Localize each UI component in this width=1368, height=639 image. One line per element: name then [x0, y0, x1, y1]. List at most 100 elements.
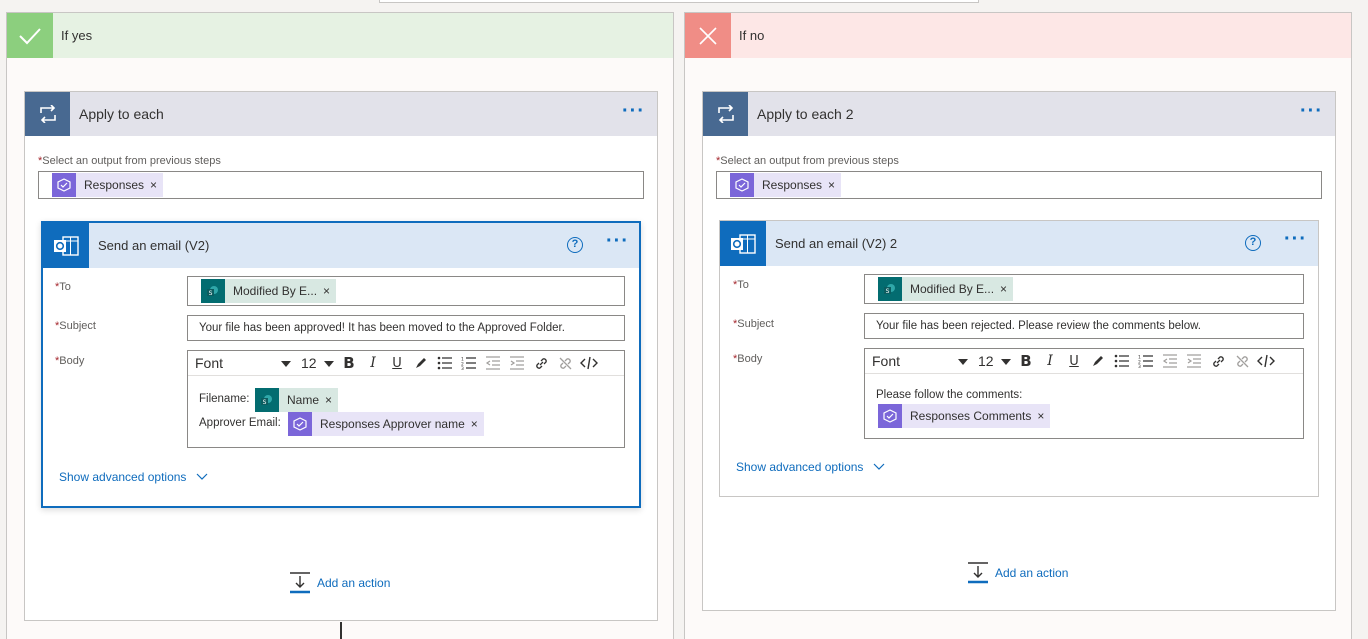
- email-card-header[interactable]: Send an email (V2) 2: [720, 221, 1318, 266]
- font-size-dropdown[interactable]: 12: [297, 353, 337, 374]
- numbered-list-icon[interactable]: 123: [457, 353, 481, 374]
- to-field[interactable]: S Modified By E... ×: [187, 276, 625, 306]
- bulleted-list-icon[interactable]: [1110, 351, 1134, 372]
- remove-token-icon[interactable]: ×: [1000, 277, 1014, 301]
- sharepoint-icon: S: [255, 388, 279, 412]
- help-icon[interactable]: ?: [1245, 235, 1261, 251]
- bold-icon[interactable]: B: [337, 353, 361, 374]
- token-modified-by-email[interactable]: S Modified By E... ×: [201, 279, 337, 303]
- forms-icon: [730, 173, 754, 197]
- branch-title: If no: [739, 28, 765, 43]
- decrease-indent-icon[interactable]: [1158, 351, 1182, 372]
- remove-token-icon[interactable]: ×: [1037, 404, 1051, 428]
- subject-label-text: Subject: [737, 318, 774, 330]
- body-editor[interactable]: Font 12 B I U 123 Please follow the comm…: [864, 348, 1304, 439]
- sharepoint-icon: S: [201, 279, 225, 303]
- body-label: *Body: [733, 353, 762, 365]
- code-view-icon[interactable]: [1254, 351, 1278, 372]
- bulleted-list-icon[interactable]: [433, 353, 457, 374]
- increase-indent-icon[interactable]: [1182, 351, 1206, 372]
- upstream-action-edge: [379, 0, 979, 3]
- body-label: *Body: [55, 355, 84, 367]
- token-text: Responses Approver name: [312, 412, 471, 436]
- svg-text:3: 3: [1138, 364, 1141, 368]
- font-value: Font: [195, 354, 224, 371]
- highlight-pen-icon[interactable]: [1086, 351, 1110, 372]
- token-responses-comments[interactable]: Responses Comments ×: [878, 404, 1051, 428]
- branch-title: If yes: [61, 28, 93, 43]
- loop-title: Apply to each 2: [757, 106, 854, 122]
- italic-icon[interactable]: I: [361, 353, 385, 374]
- send-email-2-card[interactable]: Send an email (V2) 2 ? ··· *To S Modifie…: [719, 220, 1319, 497]
- loop-header[interactable]: Apply to each: [25, 92, 657, 136]
- font-dropdown[interactable]: Font: [867, 351, 974, 372]
- output-field[interactable]: Responses ×: [38, 171, 644, 199]
- token-name[interactable]: S Name ×: [255, 388, 339, 412]
- forms-icon: [878, 404, 902, 428]
- token-responses[interactable]: Responses ×: [730, 173, 842, 197]
- apply-to-each-card[interactable]: Apply to each ··· *Select an output from…: [24, 91, 658, 621]
- forms-icon: [288, 412, 312, 436]
- send-email-card[interactable]: Send an email (V2) ? ··· *To S Modified …: [41, 221, 641, 508]
- token-responses-approver-name[interactable]: Responses Approver name ×: [288, 412, 484, 436]
- bold-icon[interactable]: B: [1014, 351, 1038, 372]
- close-icon: [685, 13, 731, 58]
- body-editor[interactable]: Font 12 B I U 123 Filename: S Name × App…: [187, 350, 625, 448]
- token-responses[interactable]: Responses ×: [52, 173, 164, 197]
- chevron-down-icon: [874, 463, 885, 470]
- show-advanced-options-link[interactable]: Show advanced options: [736, 460, 885, 474]
- underline-icon[interactable]: U: [385, 353, 409, 374]
- loop-header[interactable]: Apply to each 2: [703, 92, 1335, 136]
- italic-icon[interactable]: I: [1038, 351, 1062, 372]
- branch-header-no: If no: [685, 13, 1351, 58]
- numbered-list-icon[interactable]: 123: [1134, 351, 1158, 372]
- to-label: *To: [733, 279, 749, 291]
- remove-token-icon[interactable]: ×: [828, 173, 842, 197]
- forms-icon: [52, 173, 76, 197]
- underline-icon[interactable]: U: [1062, 351, 1086, 372]
- more-options-icon[interactable]: ···: [1300, 101, 1323, 121]
- add-action-text: Add an action: [317, 576, 391, 590]
- subject-field[interactable]: Your file has been approved! It has been…: [187, 315, 625, 341]
- apply-to-each-2-card[interactable]: Apply to each 2 ··· *Select an output fr…: [702, 91, 1336, 611]
- unlink-icon[interactable]: [553, 353, 577, 374]
- branch-if-no: If no Apply to each 2 ··· *Select an out…: [684, 12, 1352, 639]
- add-an-action-button[interactable]: Add an action: [289, 572, 390, 594]
- font-size-dropdown[interactable]: 12: [974, 351, 1014, 372]
- font-value: Font: [872, 352, 901, 369]
- token-text: Responses: [76, 173, 151, 197]
- output-field[interactable]: Responses ×: [716, 171, 1322, 199]
- token-text: Responses Comments: [902, 404, 1038, 428]
- token-text: Name: [279, 388, 326, 412]
- subject-field[interactable]: Your file has been rejected. Please revi…: [864, 313, 1304, 339]
- more-options-icon[interactable]: ···: [622, 101, 645, 121]
- remove-token-icon[interactable]: ×: [323, 279, 337, 303]
- remove-token-icon[interactable]: ×: [470, 412, 484, 436]
- unlink-icon[interactable]: [1230, 351, 1254, 372]
- sharepoint-icon: S: [878, 277, 902, 301]
- help-icon[interactable]: ?: [567, 237, 583, 253]
- token-modified-by-email[interactable]: S Modified By E... ×: [878, 277, 1014, 301]
- increase-indent-icon[interactable]: [505, 353, 529, 374]
- highlight-pen-icon[interactable]: [409, 353, 433, 374]
- add-action-icon: [968, 562, 988, 584]
- svg-text:3: 3: [461, 366, 464, 370]
- remove-token-icon[interactable]: ×: [325, 388, 339, 412]
- code-view-icon[interactable]: [577, 353, 601, 374]
- show-advanced-options-link[interactable]: Show advanced options: [59, 470, 208, 484]
- output-label: *Select an output from previous steps: [716, 155, 899, 167]
- decrease-indent-icon[interactable]: [481, 353, 505, 374]
- subject-label: *Subject: [55, 320, 96, 332]
- link-icon[interactable]: [529, 353, 553, 374]
- more-options-icon[interactable]: ···: [606, 231, 629, 251]
- svg-text:S: S: [209, 290, 213, 297]
- to-field[interactable]: S Modified By E... ×: [864, 274, 1304, 304]
- chevron-down-icon: [1001, 358, 1011, 365]
- more-options-icon[interactable]: ···: [1284, 229, 1307, 249]
- link-icon[interactable]: [1206, 351, 1230, 372]
- remove-token-icon[interactable]: ×: [150, 173, 164, 197]
- font-dropdown[interactable]: Font: [190, 353, 297, 374]
- email-card-header[interactable]: Send an email (V2): [43, 223, 639, 268]
- add-an-action-button[interactable]: Add an action: [967, 562, 1068, 584]
- token-text: Modified By E...: [902, 277, 1001, 301]
